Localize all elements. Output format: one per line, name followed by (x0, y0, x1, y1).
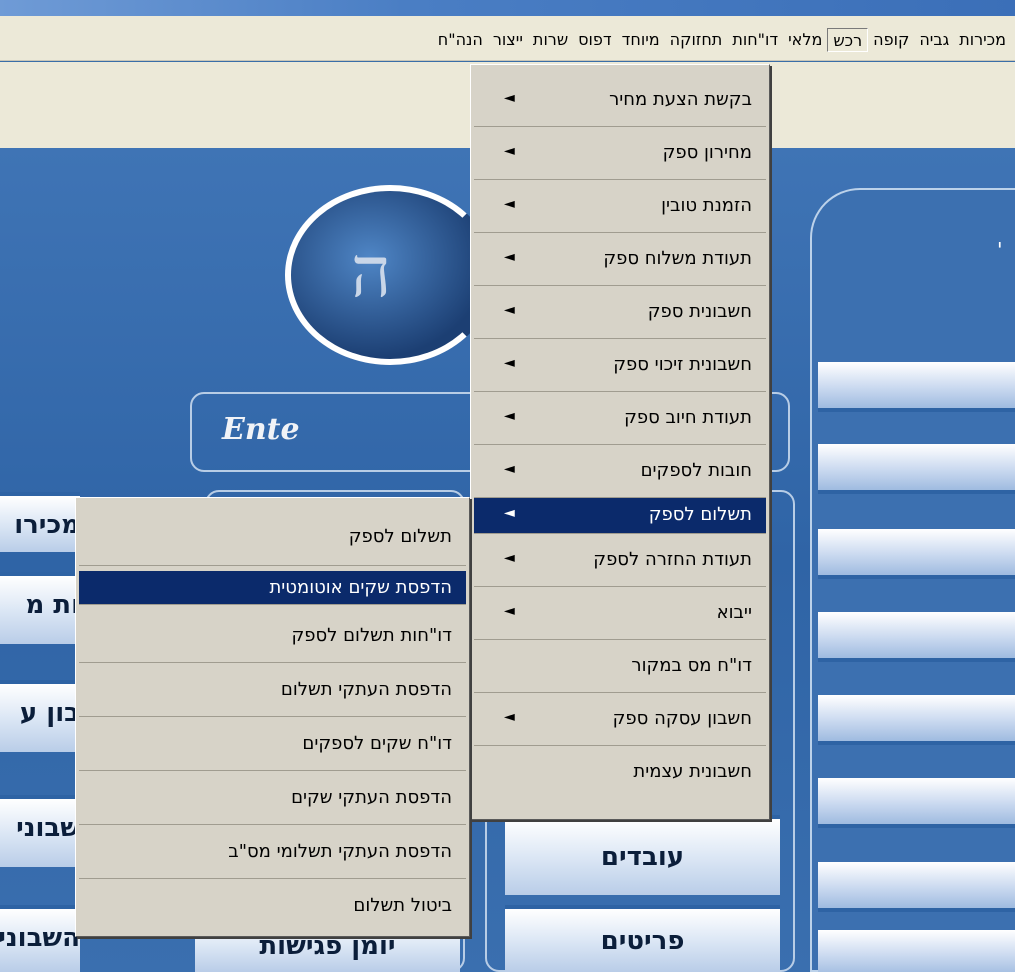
right-panel-row[interactable] (818, 778, 1015, 828)
left-tile-4-label: השבוני (0, 923, 80, 953)
menu-maintenance[interactable]: תחזוקה (665, 28, 728, 52)
menu-production[interactable]: ייצור (488, 28, 528, 52)
submenu-arrow-icon: ◄ (504, 408, 515, 424)
purchase-item-delivery-note[interactable]: תעודת משלוח ספק ◄ (474, 233, 766, 286)
purchase-item-supplier-invoice[interactable]: חשבונית ספק ◄ (474, 286, 766, 339)
menu-bar: מכירות גביה קופה רכש מלאי דו"חות תחזוקה … (0, 16, 1015, 61)
left-tile-2-label: בון ע (19, 698, 80, 728)
submenu-item-cancel-payment[interactable]: ביטול תשלום (79, 880, 466, 933)
purchase-item-return-note[interactable]: תעודת החזרה לספק ◄ (474, 534, 766, 587)
right-panel-row[interactable] (818, 862, 1015, 912)
item-label: חשבון עסקה ספק (612, 708, 752, 729)
right-panel: ' (810, 188, 1015, 972)
payment-submenu: תשלום לספק הדפסת שקים אוטומטית דו"חות תש… (75, 497, 470, 937)
purchase-item-supplier-price-list[interactable]: מחירון ספק ◄ (474, 127, 766, 180)
item-label: חובות לספקים (640, 460, 752, 481)
left-tile-2[interactable]: בון ע (0, 680, 80, 752)
submenu-item-checks-report[interactable]: דו"ח שקים לספקים (79, 718, 466, 771)
menu-reports[interactable]: דו"חות (727, 28, 783, 52)
item-label: מחירון ספק (662, 142, 752, 163)
employees-tile[interactable]: עובדים (505, 815, 780, 895)
item-label: דו"ח מס במקור (631, 655, 752, 676)
submenu-arrow-icon: ◄ (504, 302, 515, 318)
submenu-item-payment-reports[interactable]: דו"חות תשלום לספק (79, 610, 466, 663)
item-label: ייבוא (716, 602, 752, 623)
item-label: חשבונית ספק (647, 301, 752, 322)
purchase-item-debit-note[interactable]: תעודת חיוב ספק ◄ (474, 392, 766, 445)
item-label: דו"חות תשלום לספק (291, 625, 452, 646)
submenu-arrow-icon: ◄ (504, 196, 515, 212)
sales-label: מכירו (14, 510, 80, 540)
submenu-arrow-icon: ◄ (504, 550, 515, 566)
item-label: הדפסת העתקי תשלום (280, 679, 452, 700)
menu-inventory[interactable]: מלאי (783, 28, 827, 52)
right-panel-row[interactable] (818, 930, 1015, 972)
right-panel-row[interactable] (818, 695, 1015, 745)
purchase-item-import[interactable]: ייבוא ◄ (474, 587, 766, 640)
submenu-arrow-icon: ◄ (504, 249, 515, 265)
submenu-arrow-icon: ◄ (504, 143, 515, 159)
submenu-arrow-icon: ◄ (504, 461, 515, 477)
submenu-item-print-masav-copies[interactable]: הדפסת העתקי תשלומי מס"ב (79, 826, 466, 879)
right-panel-row[interactable] (818, 612, 1015, 662)
logo-icon: ה (285, 185, 495, 365)
submenu-arrow-icon: ◄ (504, 603, 515, 619)
employees-label: עובדים (600, 842, 685, 872)
logo-text: Ente (222, 412, 300, 447)
item-label: הזמנת טובין (661, 195, 752, 216)
item-label: ביטול תשלום (353, 895, 452, 916)
menu-cashier[interactable]: קופה (868, 28, 914, 52)
item-label: דו"ח שקים לספקים (302, 733, 452, 754)
purchase-item-withholding-tax-report[interactable]: דו"ח מס במקור (474, 640, 766, 693)
submenu-item-print-check-copies[interactable]: הדפסת העתקי שקים (79, 772, 466, 825)
left-tile-1-label: ות מ (25, 590, 80, 620)
right-panel-row[interactable] (818, 444, 1015, 494)
item-label: תעודת משלוח ספק (603, 248, 752, 269)
purchase-item-supplier-debts[interactable]: חובות לספקים ◄ (474, 445, 766, 498)
submenu-arrow-icon: ◄ (504, 355, 515, 371)
sales-tile[interactable]: מכירו (0, 492, 80, 552)
submenu-item-auto-check-print[interactable]: הדפסת שקים אוטומטית (79, 571, 466, 605)
left-tile-4[interactable]: השבוני (0, 905, 80, 972)
menu-sales[interactable]: מכירות (954, 28, 1011, 52)
item-label: הדפסת שקים אוטומטית (269, 577, 452, 598)
left-tile-3-label: שבוני (16, 813, 80, 843)
menu-print[interactable]: דפוס (573, 28, 616, 52)
purchase-item-self-invoice[interactable]: חשבונית עצמית (474, 746, 766, 799)
menu-accounting[interactable]: הנה"ח (433, 28, 488, 52)
details-label: פריטים (600, 925, 685, 956)
item-label: הדפסת העתקי שקים (291, 787, 452, 808)
submenu-item-print-payment-copies[interactable]: הדפסת העתקי תשלום (79, 664, 466, 717)
purchase-item-price-quote-request[interactable]: בקשת הצעת מחיר ◄ (474, 74, 766, 127)
right-panel-row[interactable] (818, 529, 1015, 579)
item-label: תשלום לספק (648, 504, 752, 525)
item-label: הדפסת העתקי תשלומי מס"ב (228, 841, 452, 862)
menu-special[interactable]: מיוחד (617, 28, 665, 52)
item-label: תעודת החזרה לספק (593, 549, 752, 570)
submenu-arrow-icon: ◄ (504, 505, 515, 521)
menu-service[interactable]: שרות (528, 28, 573, 52)
purchase-menu: בקשת הצעת מחיר ◄ מחירון ספק ◄ הזמנת טובי… (470, 64, 770, 820)
panel-dot: ' (997, 238, 1003, 262)
title-bar (0, 0, 1015, 16)
item-label: תשלום לספק (348, 526, 452, 547)
purchase-item-credit-invoice[interactable]: חשבונית זיכוי ספק ◄ (474, 339, 766, 392)
left-tile-1[interactable]: ות מ (0, 572, 80, 644)
right-panel-row[interactable] (818, 362, 1015, 412)
left-tile-3[interactable]: שבוני (0, 795, 80, 867)
submenu-arrow-icon: ◄ (504, 90, 515, 106)
details-tile[interactable]: פריטים (505, 905, 780, 972)
item-label: חשבונית זיכוי ספק (613, 354, 752, 375)
submenu-arrow-icon: ◄ (504, 709, 515, 725)
purchase-item-transaction-account[interactable]: חשבון עסקה ספק ◄ (474, 693, 766, 746)
menu-collection[interactable]: גביה (914, 28, 954, 52)
item-label: תעודת חיוב ספק (624, 407, 752, 428)
submenu-item-supplier-payment[interactable]: תשלום לספק (79, 506, 466, 566)
item-label: בקשת הצעת מחיר (609, 89, 752, 110)
menu-purchase[interactable]: רכש (827, 28, 869, 52)
item-label: חשבונית עצמית (633, 761, 752, 782)
purchase-item-goods-order[interactable]: הזמנת טובין ◄ (474, 180, 766, 233)
purchase-item-supplier-payment[interactable]: תשלום לספק ◄ (474, 498, 766, 534)
